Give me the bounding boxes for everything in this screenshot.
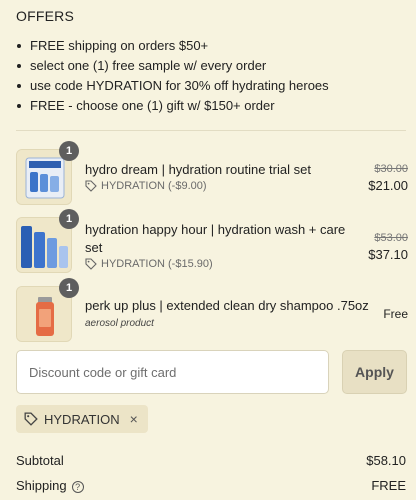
sale-price: $37.10 xyxy=(368,247,408,262)
price-col: Free xyxy=(383,307,408,321)
discount-text: HYDRATION (-$15.90) xyxy=(101,258,213,270)
quantity-badge: 1 xyxy=(59,278,79,298)
cart-item: 1 hydro dream | hydration routine trial … xyxy=(16,141,408,207)
sale-price: $21.00 xyxy=(368,178,408,193)
divider xyxy=(16,130,406,131)
product-name[interactable]: hydration happy hour | hydration wash + … xyxy=(85,221,345,257)
offer-item: FREE shipping on orders $50+ xyxy=(16,36,406,56)
product-name-line: hydration happy hour | hydration wash + … xyxy=(85,222,346,237)
cart-item: 1 perk up plus | extended clean dry sham… xyxy=(16,278,408,344)
price-col: $30.00 $21.00 xyxy=(368,161,408,195)
shipping-label: Shipping xyxy=(16,478,67,493)
applied-code-chip: HYDRATION × xyxy=(16,405,148,433)
price-col: $53.00 $37.10 xyxy=(368,230,408,264)
item-discount: HYDRATION (-$9.00) xyxy=(85,180,207,192)
product-subtitle: aerosol product xyxy=(85,318,154,329)
subtotal-row: Subtotal $58.10 xyxy=(16,453,406,468)
item-discount: HYDRATION (-$15.90) xyxy=(85,258,213,270)
product-name[interactable]: perk up plus | extended clean dry shampo… xyxy=(85,297,369,315)
subtotal-label: Subtotal xyxy=(16,453,64,468)
quantity-badge: 1 xyxy=(59,209,79,229)
offer-item: use code HYDRATION for 30% off hydrating… xyxy=(16,76,406,96)
product-name[interactable]: hydro dream | hydration routine trial se… xyxy=(85,161,311,179)
original-price: $30.00 xyxy=(374,163,408,175)
shipping-value: FREE xyxy=(371,478,406,493)
apply-button[interactable]: Apply xyxy=(342,350,407,394)
tag-icon xyxy=(85,180,97,192)
applied-code-label: HYDRATION xyxy=(44,411,120,427)
remove-code-icon[interactable]: × xyxy=(130,411,138,427)
offers-title: OFFERS xyxy=(16,8,74,24)
offer-item: select one (1) free sample w/ every orde… xyxy=(16,56,406,76)
product-name-line: set xyxy=(85,240,103,255)
help-icon[interactable]: ? xyxy=(71,480,84,493)
discount-text: HYDRATION (-$9.00) xyxy=(101,180,207,192)
shipping-row: Shipping? FREE xyxy=(16,478,406,493)
sale-price: Free xyxy=(383,307,408,321)
tag-icon xyxy=(24,412,38,426)
offer-item: FREE - choose one (1) gift w/ $150+ orde… xyxy=(16,96,406,116)
subtotal-value: $58.10 xyxy=(366,453,406,468)
discount-code-input[interactable] xyxy=(16,350,329,394)
original-price: $53.00 xyxy=(374,232,408,244)
quantity-badge: 1 xyxy=(59,141,79,161)
offers-list: FREE shipping on orders $50+ select one … xyxy=(16,36,406,116)
tag-icon xyxy=(85,258,97,270)
cart-item: 1 hydration happy hour | hydration wash … xyxy=(16,209,408,275)
